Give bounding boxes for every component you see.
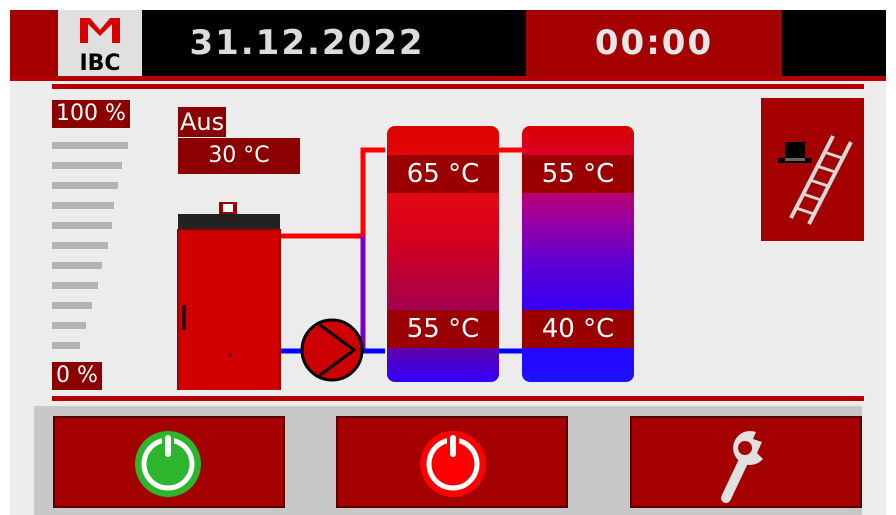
gauge-bottom-label: 0 % [52, 362, 102, 390]
tank-left-top-temp: 65 °C [387, 155, 499, 193]
gauge-bar [52, 342, 80, 349]
header-time[interactable]: 00:00 [526, 18, 782, 68]
power-on-button[interactable] [53, 416, 285, 508]
header-divider [10, 76, 886, 81]
chimney-sweep-button[interactable] [761, 98, 864, 241]
gauge-bar [52, 162, 122, 169]
circulation-pump-icon [300, 318, 364, 382]
gauge-bar [52, 222, 112, 229]
gauge-top-label: 100 % [52, 100, 130, 128]
header-date[interactable]: 31.12.2022 [142, 18, 472, 68]
gauge-bar [52, 282, 98, 289]
gauge-bar [52, 322, 86, 329]
logo-text: IBC [79, 51, 120, 76]
ibc-logo: IBC [58, 10, 142, 76]
boiler-status: Aus [178, 107, 227, 137]
hmi-screen: IBC 31.12.2022 00:00 100 % 0 % Aus 30 °C [10, 10, 886, 515]
tank-right-top-temp: 55 °C [522, 155, 634, 193]
power-on-icon [135, 431, 201, 497]
power-off-button[interactable] [336, 416, 568, 508]
gauge-bar [52, 242, 108, 249]
hot-supply-pipe [280, 147, 385, 239]
gauge-bar [52, 202, 114, 209]
gauge-bar [52, 142, 128, 149]
header-right-block [782, 10, 886, 76]
bottom-divider [52, 396, 864, 401]
boiler-unit [177, 202, 281, 390]
power-off-icon [420, 431, 486, 497]
chimney-sweep-icon [778, 135, 853, 225]
service-button[interactable] [630, 416, 862, 508]
tank-left-bottom-temp: 55 °C [387, 310, 499, 348]
header-left-block [10, 10, 58, 76]
gauge-bar [52, 302, 92, 309]
gauge-bar [52, 262, 102, 269]
tank-right-bottom-temp: 40 °C [522, 310, 634, 348]
gauge-bar [52, 182, 118, 189]
top-divider [52, 84, 864, 89]
wrench-icon [721, 430, 763, 503]
